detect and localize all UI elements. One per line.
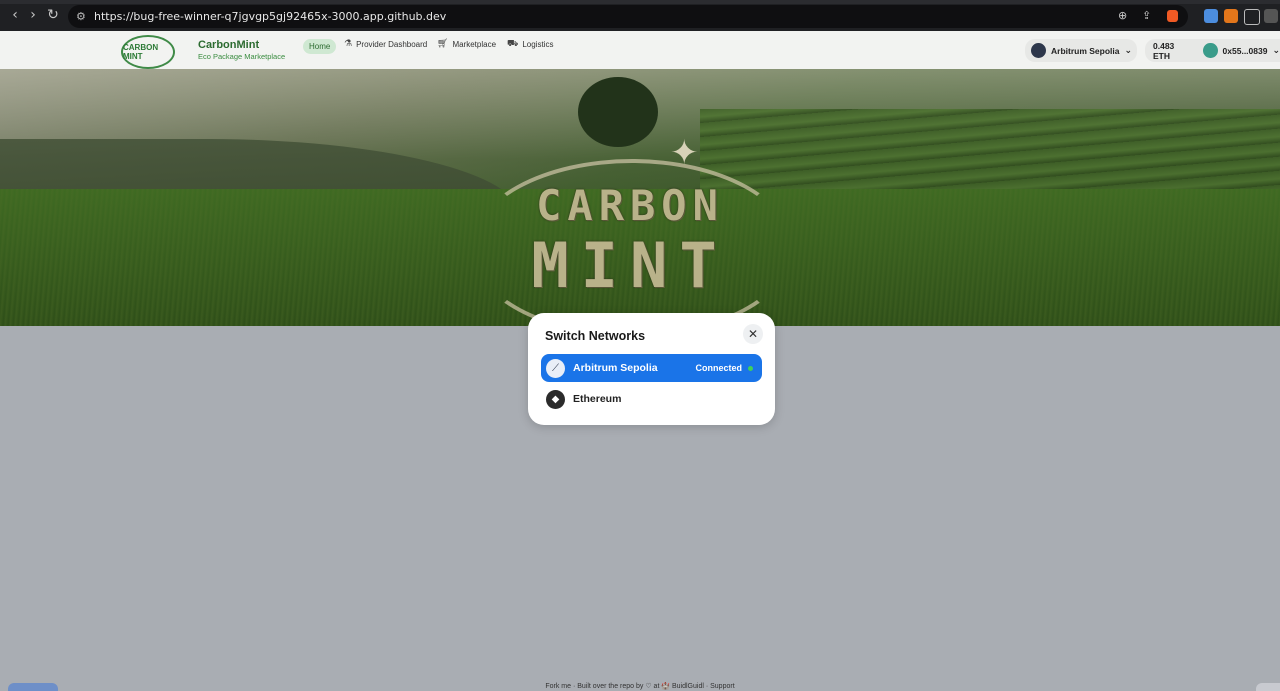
network-name: Ethereum (573, 393, 622, 405)
share-icon[interactable]: ⇪ (1142, 9, 1151, 22)
browser-toolbar: ‹ › ↻ ⚙ https://bug-free-winner-q7jgvgp5… (0, 0, 1280, 31)
connected-dot (748, 365, 753, 371)
reload-icon[interactable]: ↻ (42, 7, 64, 23)
profile-icon[interactable] (1264, 9, 1278, 23)
network-status: Connected (695, 363, 742, 373)
network-option-arbitrum-sepolia[interactable]: ⟋ Arbitrum Sepolia Connected (541, 354, 762, 382)
brave-shield-icon[interactable] (1167, 10, 1178, 22)
close-icon[interactable]: ✕ (743, 324, 763, 344)
modal-title: Switch Networks (545, 329, 646, 343)
metamask-icon[interactable] (1224, 9, 1238, 23)
zoom-icon[interactable]: ⊕ (1118, 9, 1127, 22)
site-settings-icon[interactable]: ⚙ (76, 10, 86, 23)
arbitrum-icon: ⟋ (546, 358, 565, 378)
tab-strip (0, 0, 1280, 4)
ethereum-icon: ◆ (546, 389, 565, 409)
extension-icon[interactable] (1204, 9, 1218, 23)
network-option-ethereum[interactable]: ◆ Ethereum (541, 385, 762, 413)
url-text[interactable]: https://bug-free-winner-q7jgvgp5gj92465x… (94, 10, 446, 23)
extensions-puzzle-icon[interactable] (1244, 9, 1260, 25)
address-bar[interactable]: ⚙ https://bug-free-winner-q7jgvgp5gj9246… (68, 5, 1188, 28)
forward-icon[interactable]: › (22, 7, 44, 23)
footer: Fork me · Built over the repo by ♡ at 🏰 … (545, 683, 735, 690)
page: ✦ CARBON MINT CARBON MINT CarbonMint Eco… (0, 31, 1280, 691)
network-name: Arbitrum Sepolia (573, 362, 658, 374)
switch-networks-modal: Switch Networks ✕ ⟋ Arbitrum Sepolia Con… (528, 313, 775, 425)
